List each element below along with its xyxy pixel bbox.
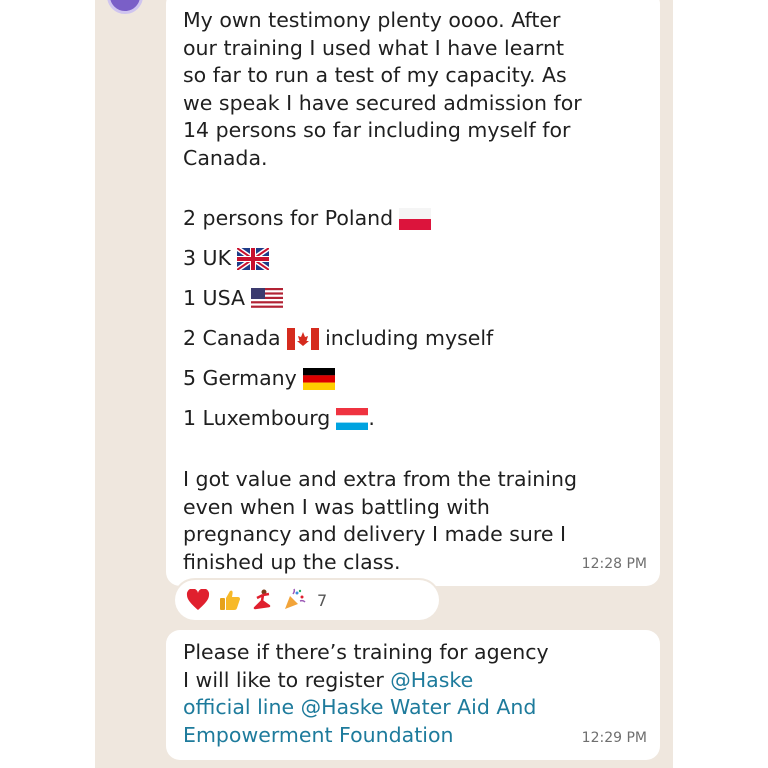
message-timestamp: 12:28 PM — [581, 555, 647, 572]
dancer-icon — [249, 587, 275, 613]
country-text: 2 Canada — [183, 326, 281, 351]
message-text-line: pregnancy and delivery I made sure I — [183, 522, 567, 546]
message-timestamp: 12:29 PM — [581, 729, 647, 746]
mention-link[interactable]: @Haske — [390, 668, 473, 692]
message-text-line: Please if there’s training for agency — [183, 640, 549, 664]
sender-avatar[interactable] — [107, 0, 143, 14]
country-text: 1 USA — [183, 286, 245, 311]
country-line-uk: 3 UK — [183, 239, 644, 279]
usa-flag-icon — [250, 288, 283, 310]
luxembourg-flag-icon — [336, 408, 369, 430]
reactions-bar[interactable]: 7 — [175, 580, 439, 620]
message-text-line: My own testimony plenty oooo. After — [183, 8, 561, 32]
country-suffix: . — [368, 406, 375, 431]
thumbs-up-icon — [217, 587, 243, 613]
country-line-usa: 1 USA — [183, 279, 644, 319]
country-line-luxembourg: 1 Luxembourg . — [183, 399, 644, 439]
reactions-count: 7 — [317, 590, 328, 610]
country-line-canada: 2 Canada including myself — [183, 319, 644, 359]
uk-flag-icon — [237, 248, 270, 270]
message-text-line: finished up the class. — [183, 549, 401, 574]
message-bubble-request[interactable]: Please if there’s training for agency I … — [166, 630, 660, 760]
germany-flag-icon — [302, 368, 335, 390]
country-text: 5 Germany — [183, 366, 297, 391]
message-text-line: I got value and extra from the training — [183, 467, 577, 491]
country-line-poland: 2 persons for Poland — [183, 199, 644, 239]
message-bubble-testimony[interactable]: My own testimony plenty oooo. After our … — [166, 0, 660, 586]
canada-flag-icon — [286, 328, 319, 350]
country-line-germany: 5 Germany — [183, 359, 644, 399]
message-text: I will like to register — [183, 667, 391, 692]
red-heart-icon — [185, 587, 211, 613]
chat-area: My own testimony plenty oooo. After our … — [95, 0, 673, 768]
message-text-line: 14 persons so far including myself for — [183, 118, 571, 142]
country-suffix: including myself — [318, 326, 494, 351]
message-text-line: even when I was battling with — [183, 494, 490, 519]
message-text-line: so far to run a test of my capacity. As — [183, 63, 567, 87]
country-text: 3 UK — [183, 246, 232, 271]
message-text-line: we speak I have secured admission for — [183, 90, 582, 115]
message-text-line: our training I used what I have learnt — [183, 35, 565, 60]
party-popper-icon — [281, 587, 307, 613]
poland-flag-icon — [399, 208, 432, 230]
message-text-line: Canada. — [183, 145, 268, 170]
mention-link[interactable]: official line @Haske Water Aid And — [183, 694, 644, 722]
country-text: 2 persons for Poland — [183, 206, 394, 231]
mention-link[interactable]: Empowerment Foundation — [183, 722, 644, 750]
message-text-line: I will like to register @Haske — [183, 667, 644, 695]
country-text: 1 Luxembourg — [183, 406, 331, 431]
